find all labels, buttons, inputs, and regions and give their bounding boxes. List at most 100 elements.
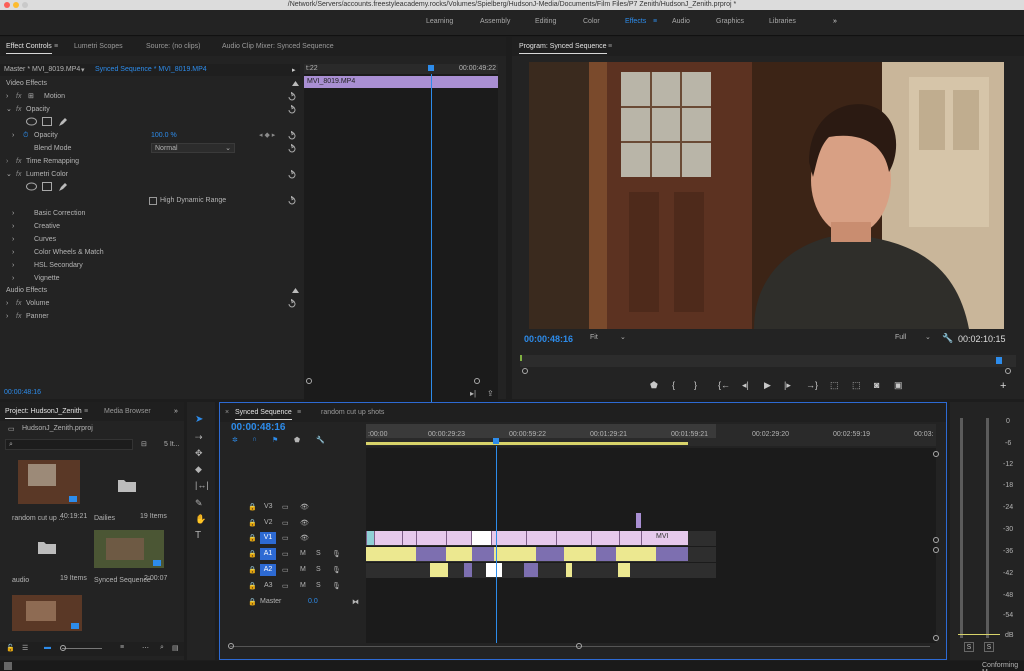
- blend-mode-select[interactable]: Normal ⌄: [151, 143, 235, 153]
- play-icon[interactable]: ▶: [764, 380, 771, 391]
- sync-lock-icon[interactable]: ▭: [282, 582, 289, 590]
- add-button-icon[interactable]: +: [1000, 380, 1006, 392]
- project-item-dailies[interactable]: Dailies 19 Items: [92, 460, 167, 522]
- scroll-handle-right[interactable]: [1005, 368, 1011, 374]
- panel-menu-icon[interactable]: ≡: [84, 408, 88, 415]
- lock-icon[interactable]: 🔒: [248, 566, 257, 574]
- zoom-slider-handle[interactable]: [60, 645, 66, 651]
- more-panels-icon[interactable]: »: [174, 408, 178, 415]
- tab-media-browser[interactable]: Media Browser: [104, 408, 151, 415]
- microphone-icon[interactable]: 🎙: [332, 582, 341, 590]
- mute-icon[interactable]: M: [300, 566, 306, 573]
- clip-v1[interactable]: [402, 531, 416, 545]
- panel-menu-icon[interactable]: ≡: [297, 409, 301, 416]
- reset-icon[interactable]: [287, 196, 296, 205]
- stopwatch-icon[interactable]: ⏱: [23, 129, 28, 142]
- clip-a2[interactable]: [618, 563, 630, 577]
- clip-a1[interactable]: [564, 547, 596, 561]
- clip-a2[interactable]: [524, 563, 538, 577]
- effect-time-ruler[interactable]: t:22 00:00:49:22: [304, 64, 498, 74]
- razor-tool-icon[interactable]: ◆: [195, 464, 202, 475]
- compare-view-icon[interactable]: ▣: [894, 380, 903, 391]
- sync-lock-icon[interactable]: ▭: [282, 503, 289, 511]
- scroll-handle-left[interactable]: [522, 368, 528, 374]
- dropdown-arrow-icon[interactable]: ▾: [81, 66, 85, 74]
- reset-icon[interactable]: [287, 170, 296, 179]
- go-to-in-icon[interactable]: {←: [718, 380, 730, 390]
- solo-right-button[interactable]: S: [984, 642, 994, 652]
- clip-v1[interactable]: [526, 531, 556, 545]
- track-target-v1[interactable]: V1: [260, 532, 276, 544]
- keyframe-nav-icon[interactable]: ◂ ◆ ▸: [259, 129, 275, 142]
- workspace-tab-editing[interactable]: Editing: [535, 18, 556, 25]
- settings-wrench-icon[interactable]: 🔧: [316, 436, 325, 444]
- workspace-tab-learning[interactable]: Learning: [426, 18, 453, 25]
- zoom-slider[interactable]: [62, 648, 102, 649]
- hdr-checkbox[interactable]: [149, 197, 157, 205]
- lock-icon[interactable]: 🔒: [248, 550, 257, 558]
- track-select-tool-icon[interactable]: ⇢: [195, 432, 203, 443]
- eye-icon[interactable]: 👁: [300, 503, 309, 511]
- nest-icon[interactable]: ✲: [232, 436, 238, 444]
- clip-a2[interactable]: [464, 563, 472, 577]
- program-video-frame[interactable]: [529, 62, 1004, 329]
- ripple-edit-tool-icon[interactable]: ✥: [195, 448, 203, 459]
- scroll-handle-right[interactable]: [474, 378, 480, 384]
- sync-lock-icon[interactable]: ▭: [282, 550, 289, 558]
- project-search-input[interactable]: ⌕: [5, 439, 133, 450]
- clip-v1[interactable]: [446, 531, 471, 545]
- lumetri-section-hsl-secondary[interactable]: › HSL Secondary: [0, 259, 300, 272]
- pen-mask-icon[interactable]: [58, 117, 68, 127]
- project-item-synced-sequence[interactable]: Synced Sequence 2:00:07: [92, 530, 168, 588]
- project-item-thumbnail[interactable]: [12, 595, 82, 631]
- lumetri-section-color-wheels[interactable]: › Color Wheels & Match: [0, 246, 300, 259]
- lock-icon[interactable]: 🔓: [6, 644, 15, 652]
- tab-synced-sequence[interactable]: Synced Sequence: [235, 409, 292, 420]
- workspace-tab-audio[interactable]: Audio: [672, 18, 690, 25]
- clip-a1[interactable]: [494, 547, 536, 561]
- tab-effect-controls[interactable]: Effect Controls: [6, 43, 52, 54]
- clip-a2-selected[interactable]: [486, 563, 502, 577]
- clip-a1[interactable]: [616, 547, 656, 561]
- reset-icon[interactable]: [287, 144, 296, 153]
- volume-row[interactable]: › fx Volume: [0, 297, 300, 310]
- ellipse-mask-icon[interactable]: [26, 117, 37, 126]
- step-back-icon[interactable]: ◂|: [742, 380, 749, 391]
- reset-icon[interactable]: [287, 299, 296, 308]
- pen-tool-icon[interactable]: ✎: [195, 498, 203, 509]
- list-view-icon[interactable]: ☰: [22, 644, 28, 652]
- opacity-value[interactable]: 100.0 %: [151, 129, 177, 142]
- motion-row[interactable]: › fx ⊞ Motion: [0, 90, 300, 103]
- workspace-tab-assembly[interactable]: Assembly: [480, 18, 510, 25]
- reset-icon[interactable]: [287, 105, 296, 114]
- clip-a1[interactable]: [416, 547, 446, 561]
- clip-v1[interactable]: [416, 531, 446, 545]
- clip-v1[interactable]: MVI: [641, 531, 688, 545]
- linked-selection-icon[interactable]: ⚑: [272, 436, 278, 444]
- timeline-timecode[interactable]: 00:00:48:16: [231, 422, 285, 433]
- tab-random-cut-up-shots[interactable]: random cut up shots: [321, 409, 384, 416]
- time-remapping-row[interactable]: › fx Time Remapping: [0, 155, 300, 168]
- effect-current-time[interactable]: 00:00:48:16: [4, 389, 41, 396]
- lock-icon[interactable]: 🔒: [248, 598, 257, 606]
- minimize-window-button[interactable]: [13, 2, 19, 8]
- icon-view-icon[interactable]: ▬: [44, 644, 51, 651]
- program-scrubber[interactable]: [520, 355, 1016, 367]
- eye-icon[interactable]: 👁: [300, 519, 309, 527]
- quality-select[interactable]: Full ⌄: [895, 333, 935, 343]
- marker-icon[interactable]: ⬟: [650, 380, 658, 391]
- eye-icon[interactable]: 👁: [300, 534, 309, 542]
- close-window-button[interactable]: [4, 2, 10, 8]
- timeline-ruler[interactable]: :00:00 00:00:29:23 00:00:59:22 00:01:29:…: [366, 424, 936, 446]
- close-tab-icon[interactable]: ×: [225, 409, 229, 416]
- clip-v1-selected[interactable]: [471, 531, 491, 545]
- wrench-icon[interactable]: 🔧: [942, 333, 953, 344]
- program-timecode[interactable]: 00:00:48:16: [524, 334, 573, 344]
- zoom-select[interactable]: Fit ⌄: [590, 333, 628, 343]
- clip-a1[interactable]: [656, 547, 688, 561]
- clip-v1[interactable]: [556, 531, 591, 545]
- track-target-a1[interactable]: A1: [260, 548, 276, 560]
- find-icon[interactable]: ⌕: [160, 644, 164, 652]
- master-clip-label[interactable]: Master * MVI_8019.MP4: [4, 66, 80, 73]
- tab-audio-clip-mixer[interactable]: Audio Clip Mixer: Synced Sequence: [222, 43, 334, 50]
